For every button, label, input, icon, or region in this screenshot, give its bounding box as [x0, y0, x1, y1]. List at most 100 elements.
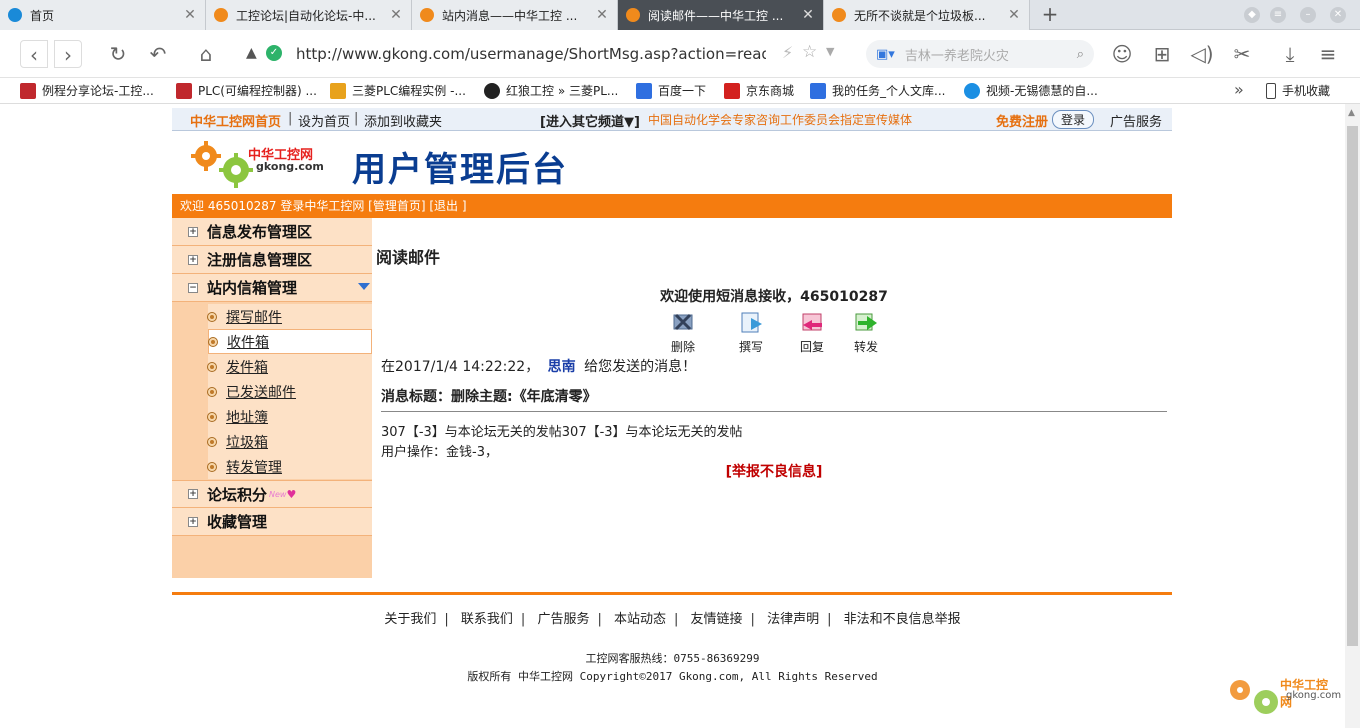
vertical-scrollbar[interactable]: ▲: [1345, 104, 1360, 728]
sidebar-item-outbox[interactable]: 发件箱: [208, 354, 372, 379]
chat-icon[interactable]: ☺: [1108, 40, 1136, 68]
sidebar-item-compose[interactable]: 撰写邮件: [208, 304, 372, 329]
sidebar-item-trash[interactable]: 垃圾箱: [208, 429, 372, 454]
login-button[interactable]: 登录: [1052, 110, 1095, 129]
gkong-favicon-icon: [832, 8, 846, 22]
expand-icon: +: [188, 226, 198, 237]
item-label: 转发管理: [226, 459, 282, 476]
item-label: 地址簿: [226, 409, 268, 426]
undo-icon[interactable]: ↶: [144, 40, 172, 68]
shield-icon: ▲: [246, 45, 257, 61]
lightning-icon[interactable]: ⚡: [782, 43, 793, 62]
home-icon[interactable]: ⌂: [192, 40, 220, 68]
sidebar-item-address-book[interactable]: 地址簿: [208, 404, 372, 429]
new-tab-button[interactable]: +: [1032, 0, 1068, 30]
sidebar-item-forward-manage[interactable]: 转发管理: [208, 454, 372, 479]
phone-icon: [1266, 82, 1276, 99]
close-icon[interactable]: ✕: [595, 7, 609, 23]
add-favorite-link[interactable]: 添加到收藏夹: [364, 111, 442, 130]
item-label: 发件箱: [226, 359, 268, 376]
tab-forum[interactable]: 工控论坛|自动化论坛-中... ✕: [206, 0, 412, 30]
footer-link-legal[interactable]: 法律声明: [767, 612, 819, 627]
bookmark-mobile[interactable]: 手机收藏: [1266, 82, 1330, 99]
channel-dropdown[interactable]: [进入其它频道▼]: [540, 111, 640, 130]
sidebar-section-publish[interactable]: + 信息发布管理区: [172, 218, 372, 246]
tab-messages[interactable]: 站内消息——中华工控 ... ✕: [412, 0, 618, 30]
sidebar-item-inbox[interactable]: 收件箱: [208, 329, 372, 354]
tab-home[interactable]: 首页 ✕: [0, 0, 206, 30]
paw-search-engine-icon[interactable]: ▣▾: [876, 47, 895, 62]
refresh-icon[interactable]: ↻: [104, 40, 132, 68]
bookmark-item[interactable]: 例程分享论坛-工控...: [20, 82, 154, 99]
apps-icon[interactable]: ⊞: [1148, 40, 1176, 68]
bookmark-item[interactable]: 红狼工控 » 三菱PL...: [484, 82, 618, 99]
site-logo[interactable]: 中华工控网 gkong.com: [190, 136, 330, 190]
forward-button[interactable]: 转发: [851, 310, 881, 355]
footer-link-contact[interactable]: 联系我们: [461, 612, 513, 627]
sidebar-section-favorites[interactable]: + 收藏管理: [172, 508, 372, 536]
section-label: 站内信箱管理: [207, 279, 298, 297]
star-icon[interactable]: ☆: [802, 42, 817, 62]
expand-icon: +: [188, 254, 198, 265]
delete-button[interactable]: 删除: [668, 310, 698, 355]
forward-icon[interactable]: ›: [54, 40, 82, 68]
bookmark-item[interactable]: 我的任务_个人文库...: [810, 82, 945, 99]
item-label: 垃圾箱: [226, 434, 268, 451]
sender-link[interactable]: 思南: [548, 359, 576, 375]
address-bar[interactable]: ▲ ✓ http://www.gkong.com/usermanage/Shor…: [236, 39, 848, 69]
reply-button[interactable]: 回复: [797, 310, 827, 355]
ads-link[interactable]: 广告服务: [1110, 111, 1162, 130]
search-input[interactable]: 吉林一养老院火灾: [905, 45, 1077, 64]
close-window-icon[interactable]: ✕: [1330, 7, 1346, 23]
media-note: 中国自动化学会专家咨询工作委员会指定宣传媒体: [648, 113, 913, 127]
close-icon[interactable]: ✕: [183, 7, 197, 23]
bookmark-item[interactable]: PLC(可编程控制器) ...: [176, 82, 317, 99]
bookmark-item[interactable]: 百度一下: [636, 82, 706, 99]
footer-link-friends[interactable]: 友情链接: [691, 612, 743, 627]
sidebar-section-points[interactable]: + 论坛积分 New ♥: [172, 480, 372, 508]
menu-icon[interactable]: ≡: [1270, 7, 1286, 23]
sidebar-item-sent[interactable]: 已发送邮件: [208, 379, 372, 404]
tab-read-mail[interactable]: 阅读邮件——中华工控 ... ✕: [618, 0, 824, 30]
sidebar: + 信息发布管理区 + 注册信息管理区 − 站内信箱管理 撰写邮件 收件箱 发件箱 已…: [172, 218, 372, 578]
skin-icon[interactable]: ◆: [1244, 7, 1260, 23]
search-box[interactable]: ▣▾ 吉林一养老院火灾 ⌕: [866, 40, 1094, 68]
triangle-down-icon: [358, 283, 370, 290]
sent-info: 在2017/1/4 14:22:22， 思南 给您发送的消息！: [381, 356, 696, 376]
sidebar-section-registration[interactable]: + 注册信息管理区: [172, 246, 372, 274]
minimize-icon[interactable]: –: [1300, 7, 1316, 23]
sidebar-section-mailbox[interactable]: − 站内信箱管理: [172, 274, 372, 302]
bookmark-item[interactable]: 京东商城: [724, 82, 794, 99]
item-label: 已发送邮件: [226, 384, 296, 401]
compose-icon: [741, 312, 762, 333]
tab-board[interactable]: 无所不谈就是个垃圾板... ✕: [824, 0, 1030, 30]
download-icon[interactable]: ⤓: [1276, 40, 1304, 68]
search-icon[interactable]: ⌕: [1077, 47, 1084, 62]
url-text[interactable]: http://www.gkong.com/usermanage/ShortMsg…: [296, 45, 766, 63]
hamburger-menu-icon[interactable]: ≡: [1314, 40, 1342, 68]
back-icon[interactable]: ‹: [20, 40, 48, 68]
bookmark-item[interactable]: 视频-无锡德慧的自...: [964, 82, 1098, 99]
set-home-link[interactable]: 设为首页: [298, 111, 350, 130]
close-icon[interactable]: ✕: [389, 7, 403, 23]
home-link[interactable]: 中华工控网首页: [190, 111, 281, 130]
more-bookmarks-icon[interactable]: »: [1234, 80, 1244, 99]
footer-link-news[interactable]: 本站动态: [614, 612, 666, 627]
content-heading: 阅读邮件: [376, 248, 441, 267]
footer-link-ads[interactable]: 广告服务: [537, 612, 589, 627]
footer-link-report[interactable]: 非法和不良信息举报: [844, 612, 961, 627]
chevron-down-icon[interactable]: ▼: [826, 45, 834, 58]
footer-link-about[interactable]: 关于我们: [384, 612, 436, 627]
bookmark-item[interactable]: 三菱PLC编程实例 -...: [330, 82, 466, 99]
scrollbar-thumb[interactable]: [1347, 126, 1358, 646]
paw-icon: [810, 82, 826, 99]
close-icon[interactable]: ✕: [801, 7, 815, 23]
sound-icon[interactable]: ◁): [1188, 40, 1216, 68]
register-link[interactable]: 免费注册: [996, 111, 1048, 130]
scissors-icon[interactable]: ✂: [1228, 40, 1256, 68]
scroll-up-icon[interactable]: ▲: [1348, 108, 1355, 118]
compose-button[interactable]: 撰写: [736, 310, 766, 355]
forward-icon: [855, 313, 877, 331]
report-link[interactable]: [举报不良信息]: [376, 461, 1172, 481]
close-icon[interactable]: ✕: [1007, 7, 1021, 23]
